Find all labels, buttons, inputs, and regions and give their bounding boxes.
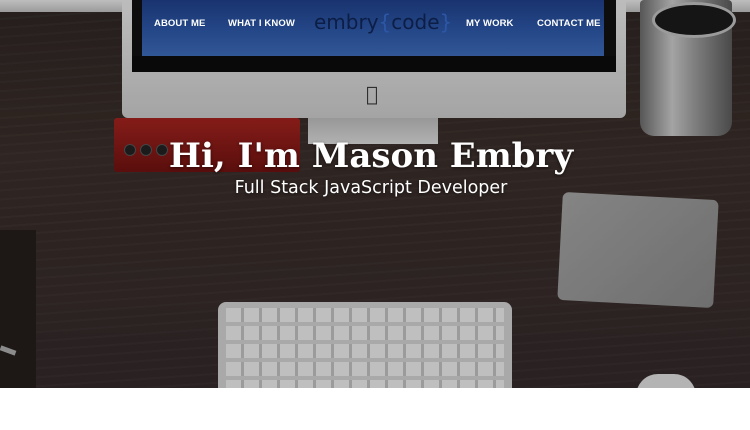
nav-contact-me[interactable]: CONTACT ME xyxy=(537,18,601,29)
nav-my-work[interactable]: MY WORK xyxy=(466,18,514,29)
site-logo[interactable]: embry{code} xyxy=(314,10,452,34)
nav-about-me[interactable]: ABOUT ME xyxy=(154,18,205,29)
logo-text: embry xyxy=(314,10,379,34)
main-nav: ABOUT ME WHAT I KNOW embry{code} MY WORK… xyxy=(142,0,604,46)
logo-close-brace: } xyxy=(439,10,453,34)
hero-section:  ABOUT ME WHAT I KNOW embry{code} MY WO… xyxy=(0,0,750,388)
hero-headline: Hi, I'm Mason Embry xyxy=(168,136,574,176)
logo-open-brace: { xyxy=(378,10,392,34)
hero-subtitle: Full Stack JavaScript Developer xyxy=(234,178,508,198)
page-below-hero xyxy=(0,388,750,430)
logo-code-text: code xyxy=(391,10,440,34)
nav-what-i-know[interactable]: WHAT I KNOW xyxy=(228,18,295,29)
